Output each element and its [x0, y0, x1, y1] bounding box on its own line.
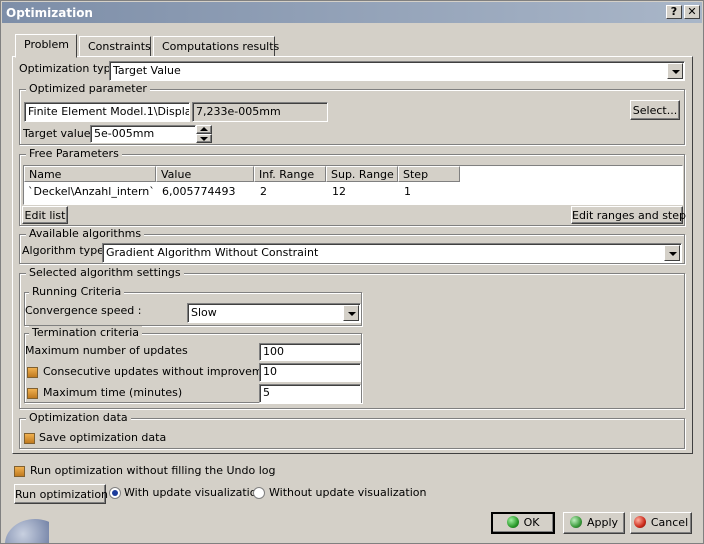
save-optimization-data-label: Save optimization data — [39, 431, 167, 444]
cancel-button[interactable]: Cancel — [630, 512, 692, 534]
optimization-type-label: Optimization type: — [19, 62, 122, 75]
algorithm-type-select[interactable]: Gradient Algorithm Without Constraint — [102, 243, 682, 263]
parameter-name-field[interactable]: Finite Element Model.1\Displacem — [24, 102, 190, 122]
apply-icon — [569, 516, 582, 528]
tab-problem[interactable]: Problem — [15, 34, 77, 58]
optimization-data-group-label: Optimization data — [26, 411, 131, 424]
chevron-down-icon[interactable] — [667, 63, 683, 79]
optimized-parameter-group: Optimized parameter Finite Element Model… — [19, 82, 685, 145]
select-button[interactable]: Select... — [630, 100, 680, 120]
globe-logo-icon — [5, 519, 49, 543]
termination-criteria-group-label: Termination criteria — [29, 326, 143, 339]
cell-step: 1 — [404, 185, 411, 198]
ok-icon — [506, 516, 519, 528]
cell-inf-range: 2 — [260, 185, 267, 198]
tab-computations-results[interactable]: Computations results — [153, 36, 279, 57]
max-updates-input[interactable]: 100 — [259, 343, 361, 361]
arrow-up-icon — [200, 127, 208, 131]
spin-down-button[interactable] — [196, 134, 212, 143]
optimization-data-group: Optimization data Save optimization data — [19, 411, 685, 449]
help-button[interactable]: ? — [666, 5, 682, 19]
undo-log-label: Run optimization without filling the Und… — [30, 464, 276, 477]
running-criteria-group: Running Criteria Convergence speed : Slo… — [24, 285, 362, 326]
logo-corner — [3, 513, 49, 543]
optimization-type-select[interactable]: Target Value — [109, 61, 685, 81]
ok-button[interactable]: OK — [491, 512, 555, 534]
title-bar[interactable]: Optimization ? ✕ — [2, 2, 702, 23]
algorithm-type-value: Gradient Algorithm Without Constraint — [106, 246, 319, 259]
free-parameters-group-label: Free Parameters — [26, 147, 122, 160]
run-optimization-button[interactable]: Run optimization — [14, 484, 108, 504]
column-header-step[interactable]: Step — [398, 166, 460, 182]
max-time-input[interactable]: 5 — [259, 384, 361, 403]
running-criteria-group-label: Running Criteria — [29, 285, 125, 298]
max-time-checkbox[interactable] — [27, 388, 38, 399]
consecutive-updates-input[interactable]: 10 — [259, 363, 361, 382]
max-time-label: Maximum time (minutes) — [43, 386, 183, 399]
close-button[interactable]: ✕ — [684, 5, 700, 19]
parameter-value-field: 7,233e-005mm — [192, 102, 328, 122]
apply-label: Apply — [586, 516, 619, 529]
convergence-speed-value: Slow — [191, 306, 217, 319]
selected-algorithm-settings-group-label: Selected algorithm settings — [26, 266, 184, 279]
save-optimization-data-checkbox[interactable] — [24, 433, 35, 444]
cancel-label: Cancel — [650, 516, 689, 529]
convergence-speed-select[interactable]: Slow — [187, 303, 361, 323]
chevron-down-icon[interactable] — [664, 245, 680, 261]
column-header-name[interactable]: Name — [24, 166, 156, 182]
max-updates-label: Maximum number of updates — [25, 344, 188, 357]
optimization-dialog: Optimization ? ✕ Problem Constraints Com… — [0, 0, 704, 544]
chevron-down-icon[interactable] — [343, 305, 359, 321]
target-value-label: Target value: — [23, 127, 95, 140]
with-update-visualization-label: With update visualization — [124, 486, 264, 499]
tab-constraints[interactable]: Constraints — [79, 36, 151, 57]
ok-label: OK — [523, 516, 540, 529]
column-header-sup-range[interactable]: Sup. Range — [326, 166, 398, 182]
available-algorithms-group: Available algorithms Algorithm type : Gr… — [19, 227, 685, 264]
cell-name: `Deckel\Anzahl_intern` — [28, 185, 155, 198]
edit-ranges-button[interactable]: Edit ranges and step — [571, 206, 686, 224]
apply-button[interactable]: Apply — [563, 512, 625, 534]
column-header-inf-range[interactable]: Inf. Range — [254, 166, 326, 182]
optimization-type-value: Target Value — [113, 64, 181, 77]
termination-criteria-group: Termination criteria Maximum number of u… — [24, 326, 362, 403]
cell-sup-range: 12 — [332, 185, 346, 198]
free-parameters-table[interactable]: Name Value Inf. Range Sup. Range Step `D… — [23, 165, 683, 205]
target-value-input[interactable]: 5e-005mm — [90, 125, 196, 143]
undo-log-checkbox[interactable] — [14, 466, 25, 477]
consecutive-updates-label: Consecutive updates without improvements — [43, 365, 287, 378]
with-update-visualization-radio[interactable] — [109, 487, 121, 499]
column-header-value[interactable]: Value — [156, 166, 254, 182]
optimized-parameter-group-label: Optimized parameter — [26, 82, 150, 95]
problem-tab-panel: Optimization type: Target Value Optimize… — [12, 56, 693, 454]
arrow-down-icon — [200, 137, 208, 141]
spin-up-button[interactable] — [196, 125, 212, 134]
without-update-visualization-radio[interactable] — [253, 487, 265, 499]
algorithm-type-label: Algorithm type : — [22, 244, 112, 257]
selected-algorithm-settings-group: Selected algorithm settings Running Crit… — [19, 266, 685, 409]
cancel-icon — [633, 516, 646, 528]
consecutive-updates-checkbox[interactable] — [27, 367, 38, 378]
window-title: Optimization — [6, 6, 93, 20]
convergence-speed-label: Convergence speed : — [25, 304, 142, 317]
available-algorithms-group-label: Available algorithms — [26, 227, 145, 240]
edit-list-button[interactable]: Edit list — [22, 206, 68, 224]
without-update-visualization-label: Without update visualization — [269, 486, 427, 499]
cell-value: 6,005774493 — [162, 185, 236, 198]
